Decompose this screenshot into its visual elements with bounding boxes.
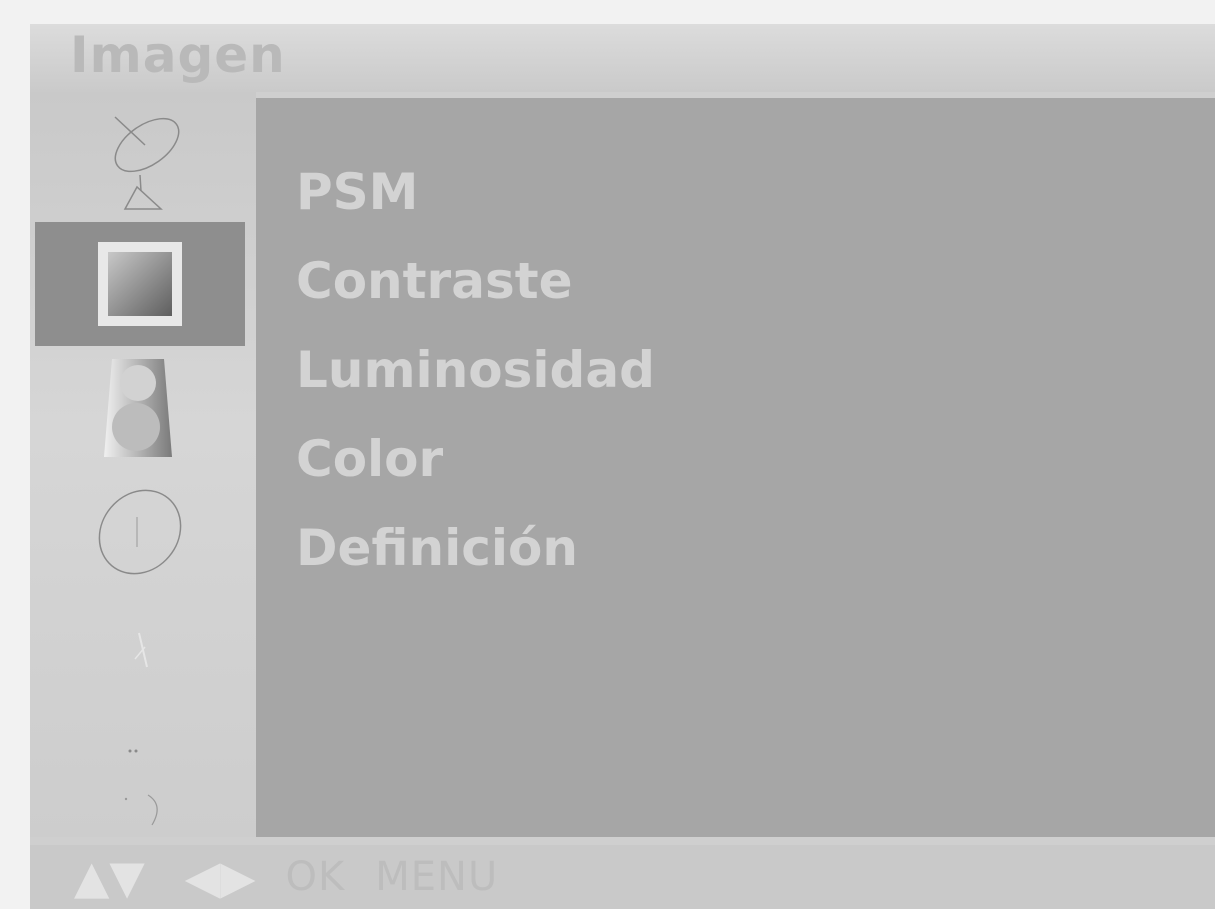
- sidebar-item-screen[interactable]: [35, 718, 245, 842]
- sidebar: [30, 92, 256, 837]
- menu-item-definicion[interactable]: Definición: [296, 504, 655, 593]
- menu-hint: MENU: [375, 854, 499, 900]
- picture-icon: [98, 242, 182, 326]
- ok-hint: OK: [285, 854, 346, 900]
- up-down-arrows-icon: ▲▼: [74, 850, 145, 904]
- satellite-dish-icon: [114, 116, 180, 210]
- menu-list: PSM Contraste Luminosidad Color Definici…: [296, 148, 655, 593]
- sidebar-item-option[interactable]: [35, 594, 245, 718]
- title-bar: Imagen: [30, 24, 1215, 92]
- speaker-icon: [104, 359, 172, 457]
- submenu-panel: PSM Contraste Luminosidad Color Definici…: [256, 98, 1215, 837]
- navigation-hint-bar: ▲▼ ◀▶ OK MENU: [30, 845, 1215, 909]
- osd-menu: Imagen PSM Contraste Luminosidad Color D…: [30, 24, 1215, 909]
- sidebar-item-picture[interactable]: [35, 222, 245, 346]
- sidebar-item-time[interactable]: [35, 470, 245, 594]
- menu-item-color[interactable]: Color: [296, 415, 655, 504]
- menu-title: Imagen: [70, 26, 286, 84]
- menu-item-luminosidad[interactable]: Luminosidad: [296, 326, 655, 415]
- screen-icon: [124, 749, 158, 826]
- menu-item-psm[interactable]: PSM: [296, 148, 655, 237]
- option-icon: [134, 632, 148, 668]
- left-right-arrows-icon: ◀▶: [184, 850, 256, 904]
- menu-item-contraste[interactable]: Contraste: [296, 237, 655, 326]
- sidebar-item-sound[interactable]: [35, 346, 245, 470]
- clock-icon: [98, 489, 182, 575]
- sidebar-item-station[interactable]: [35, 98, 245, 222]
